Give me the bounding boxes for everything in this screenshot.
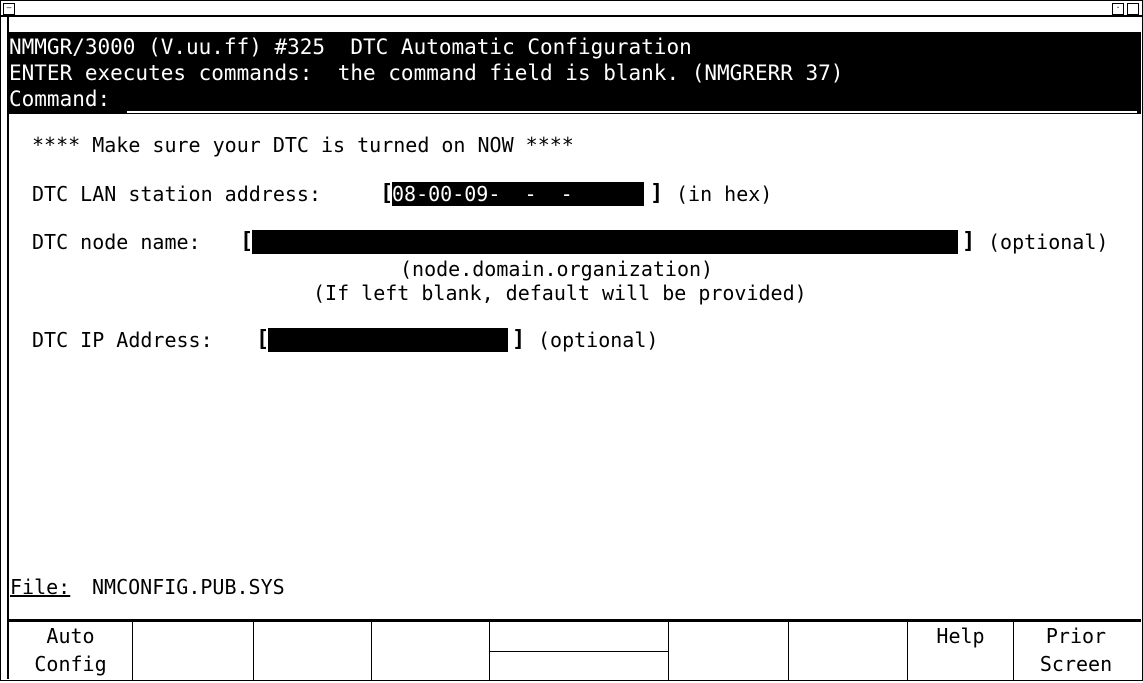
window-menu-icon[interactable]: — — [3, 3, 15, 15]
node-format-hint: (node.domain.organization) — [400, 257, 714, 281]
softkey-3[interactable] — [254, 622, 372, 680]
lan-address-label: DTC LAN station address: — [32, 182, 321, 206]
softkey-7[interactable] — [789, 622, 908, 680]
node-optional-note: (optional) — [988, 230, 1109, 254]
softkey-divider — [490, 651, 668, 652]
softkey-2[interactable] — [133, 622, 254, 680]
softkey-bar: Auto Config Help Prior Screen — [9, 619, 1141, 683]
node-default-hint: (If left blank, default will be provided… — [313, 281, 807, 305]
lan-hex-note: (in hex) — [676, 182, 773, 206]
maximize-icon[interactable] — [1127, 3, 1139, 15]
softkey-auto-config[interactable]: Auto Config — [9, 622, 133, 680]
command-label: Command: — [9, 87, 111, 111]
node-name-label: DTC node name: — [32, 230, 201, 254]
lan-address-input[interactable]: 08-00-09- - - — [392, 182, 644, 206]
node-bracket-close: ] — [962, 229, 976, 254]
softkey-help[interactable]: Help — [908, 622, 1014, 680]
ip-address-input[interactable] — [268, 328, 508, 352]
softkey-label-line2: Config — [34, 652, 107, 676]
minimize-icon[interactable]: · — [1112, 3, 1124, 15]
softkey-label-line2: Screen — [1039, 652, 1113, 676]
warning-text: **** Make sure your DTC is turned on NOW… — [32, 133, 574, 157]
file-name: NMCONFIG.PUB.SYS — [92, 575, 285, 599]
softkey-6[interactable] — [669, 622, 789, 680]
status-message: ENTER executes commands: the command fie… — [9, 61, 844, 85]
file-label: File: — [10, 575, 71, 599]
ip-address-label: DTC IP Address: — [32, 328, 213, 352]
screen-title: NMMGR/3000 (V.uu.ff) #325 DTC Automatic … — [9, 35, 692, 59]
ip-optional-note: (optional) — [538, 328, 659, 352]
lan-bracket-close: ] — [650, 181, 664, 206]
softkey-prior-screen[interactable]: Prior Screen — [1014, 622, 1138, 680]
window-left-border — [7, 16, 9, 679]
command-input[interactable] — [127, 111, 1137, 113]
screen-header: NMMGR/3000 (V.uu.ff) #325 DTC Automatic … — [9, 32, 1141, 114]
softkey-label-line1: Help — [936, 624, 985, 648]
ip-bracket-close: ] — [512, 327, 526, 352]
window-titlebar: — · — [1, 1, 1142, 17]
softkey-label-line1: Auto — [46, 624, 95, 648]
node-name-input[interactable] — [252, 230, 958, 254]
softkey-4[interactable] — [372, 622, 490, 680]
softkey-label-line1: Prior — [1045, 624, 1107, 648]
